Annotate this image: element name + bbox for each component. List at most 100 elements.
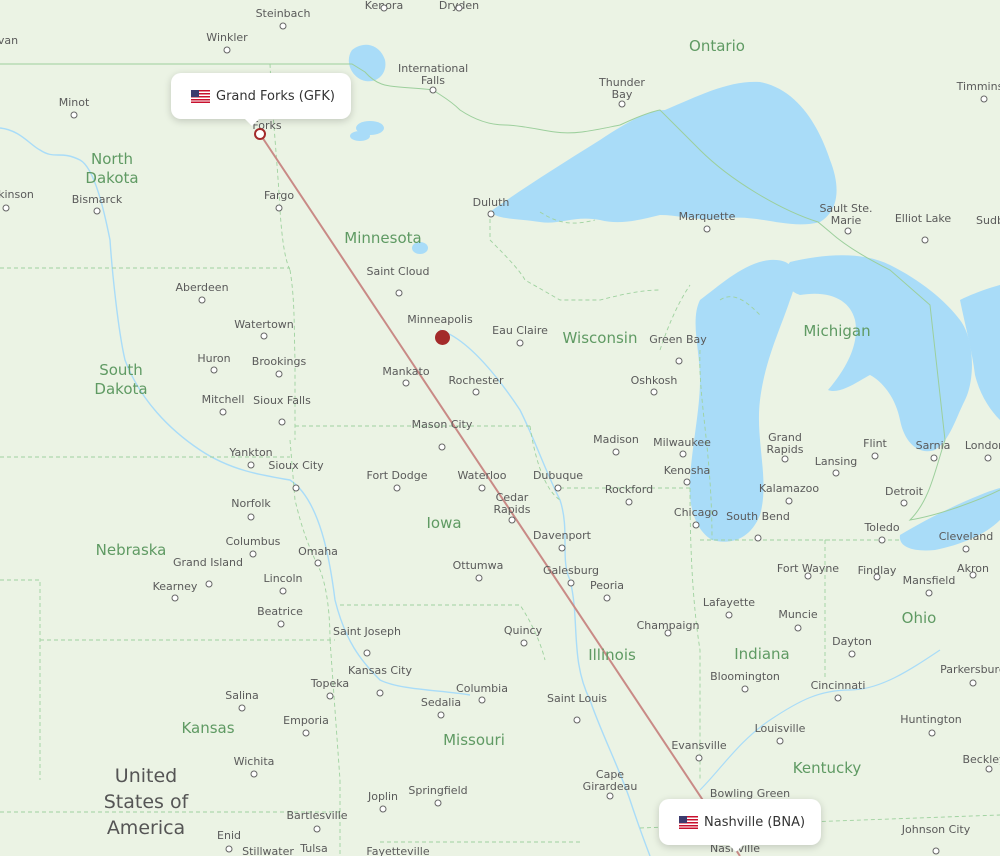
city-label: Timmins bbox=[956, 80, 1000, 93]
city-dot-icon bbox=[834, 694, 842, 702]
origin-pin-icon[interactable] bbox=[254, 128, 266, 140]
city-label: Omaha bbox=[298, 545, 338, 558]
lake-superior bbox=[490, 81, 837, 225]
city-label: Saint Joseph bbox=[333, 625, 401, 638]
city-label: Mansfield bbox=[902, 574, 956, 587]
region-label: Indiana bbox=[734, 645, 790, 663]
flight-route-map[interactable]: Ontario North Dakota Minnesota South Dak… bbox=[0, 0, 1000, 856]
city-label: Bartlesville bbox=[286, 809, 348, 822]
city-label: Ottumwa bbox=[452, 559, 504, 572]
city-dot-icon bbox=[402, 379, 410, 387]
lake-huron bbox=[784, 255, 972, 452]
city-label: Flint bbox=[863, 437, 887, 450]
city-dot-icon bbox=[393, 484, 401, 492]
city-dot-icon bbox=[279, 22, 287, 30]
city-label: Aberdeen bbox=[175, 281, 229, 294]
city-label: Minneapolis bbox=[407, 313, 473, 326]
city-dot-icon bbox=[250, 770, 258, 778]
destination-airport-callout[interactable]: Nashville (BNA) bbox=[659, 799, 822, 852]
city-label: Minot bbox=[58, 96, 90, 109]
city-dot-icon bbox=[478, 696, 486, 704]
region-label: Kansas bbox=[181, 719, 235, 737]
city-dot-icon bbox=[725, 611, 733, 619]
city-dot-icon bbox=[380, 4, 388, 12]
aircraft-position-marker[interactable] bbox=[435, 330, 450, 345]
city-label: Topeka bbox=[310, 677, 350, 690]
city-label: Steinbach bbox=[255, 7, 311, 20]
city-label: Tulsa bbox=[300, 842, 328, 855]
city-label: Sedalia bbox=[420, 696, 462, 709]
city-dot-icon bbox=[664, 629, 672, 637]
city-dot-icon bbox=[741, 685, 749, 693]
city-label: Saint Cloud bbox=[366, 265, 430, 278]
city-dot-icon bbox=[878, 536, 886, 544]
city-dot-icon bbox=[516, 339, 524, 347]
city-dot-icon bbox=[606, 792, 614, 800]
city-dot-icon bbox=[260, 332, 268, 340]
city-dot-icon bbox=[612, 448, 620, 456]
map-base-layer bbox=[0, 44, 1000, 856]
city-label: Yankton bbox=[229, 446, 273, 459]
city-dot-icon bbox=[70, 111, 78, 119]
origin-airport-callout[interactable]: Grand Forks (GFK) bbox=[171, 73, 351, 126]
city-dot-icon bbox=[275, 370, 283, 378]
city-dot-icon bbox=[573, 716, 581, 724]
city-dot-icon bbox=[475, 574, 483, 582]
city-label: Grand Rapids bbox=[766, 431, 804, 456]
city-label: Rochester bbox=[448, 374, 504, 387]
city-dot-icon bbox=[277, 620, 285, 628]
city-label: Fayetteville bbox=[366, 845, 430, 856]
lake-michigan bbox=[689, 259, 795, 542]
origin-airport-label: Grand Forks (GFK) bbox=[216, 88, 335, 104]
city-dot-icon bbox=[376, 689, 384, 697]
city-dot-icon bbox=[900, 499, 908, 507]
city-label: Kalamazoo bbox=[758, 482, 820, 495]
city-dot-icon bbox=[429, 86, 437, 94]
city-dot-icon bbox=[679, 450, 687, 458]
region-label: Michigan bbox=[803, 322, 871, 340]
city-label: Sioux City bbox=[268, 459, 324, 472]
city-dot-icon bbox=[969, 679, 977, 687]
city-dot-icon bbox=[249, 550, 257, 558]
city-label: Dayton bbox=[832, 635, 872, 648]
city-dot-icon bbox=[962, 545, 970, 553]
city-dot-icon bbox=[558, 544, 566, 552]
city-dot-icon bbox=[980, 95, 988, 103]
city-label: Davenport bbox=[532, 529, 592, 542]
city-label: Duluth bbox=[472, 196, 510, 209]
city-dot-icon bbox=[695, 754, 703, 762]
city-label: Columbus bbox=[225, 535, 281, 548]
city-label: Evansville bbox=[671, 739, 727, 752]
region-label: Ohio bbox=[901, 609, 937, 627]
city-dot-icon bbox=[278, 418, 286, 426]
city-label: London bbox=[964, 439, 1000, 452]
city-label: Huntington bbox=[900, 713, 962, 726]
city-label: Sault Ste. Marie bbox=[819, 202, 873, 227]
city-dot-icon bbox=[247, 513, 255, 521]
city-dot-icon bbox=[675, 357, 683, 365]
city-dot-icon bbox=[603, 594, 611, 602]
city-dot-icon bbox=[625, 498, 633, 506]
region-label: South Dakota bbox=[94, 361, 148, 398]
region-label: Ontario bbox=[689, 37, 745, 55]
city-dot-icon bbox=[210, 366, 218, 374]
city-label: Chicago bbox=[673, 506, 719, 519]
city-label: Rockford bbox=[604, 483, 654, 496]
city-dot-icon bbox=[225, 845, 233, 853]
city-dot-icon bbox=[804, 572, 812, 580]
city-label: Kearney bbox=[152, 580, 198, 593]
city-label: Wichita bbox=[233, 755, 275, 768]
city-label: Green Bay bbox=[649, 333, 707, 346]
city-label: Columbia bbox=[456, 682, 508, 695]
city-label: Stillwater bbox=[242, 845, 294, 856]
city-dot-icon bbox=[363, 649, 371, 657]
city-label: Marquette bbox=[678, 210, 736, 223]
city-label: South Bend bbox=[726, 510, 790, 523]
city-label: Cedar Rapids bbox=[493, 491, 531, 516]
city-dot-icon bbox=[921, 236, 929, 244]
country-label: United States of America bbox=[103, 765, 189, 839]
city-label: Saint Louis bbox=[547, 692, 607, 705]
region-label: Missouri bbox=[443, 731, 505, 749]
region-label: Minnesota bbox=[344, 229, 422, 247]
city-label: Lincoln bbox=[263, 572, 303, 585]
